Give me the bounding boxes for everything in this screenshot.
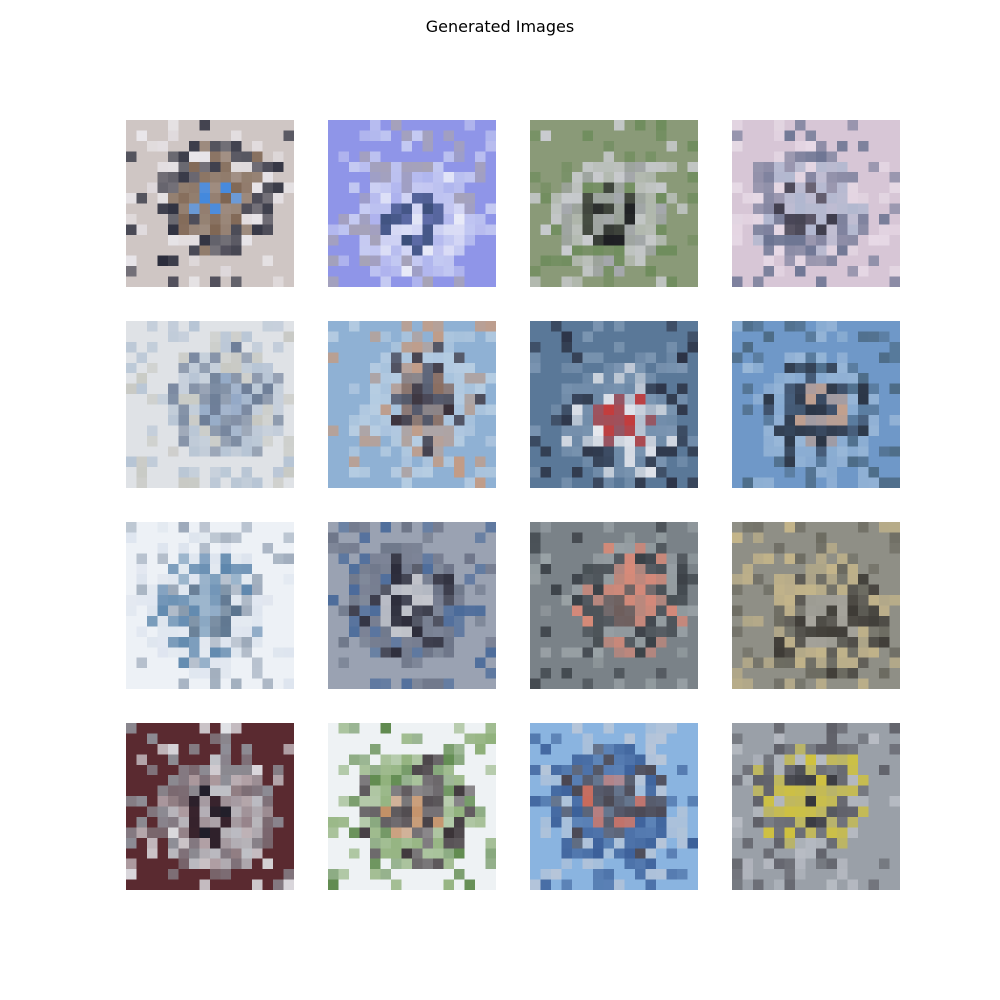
generated-image	[126, 723, 294, 890]
generated-image	[732, 321, 900, 488]
pixel-art	[530, 522, 698, 689]
generated-image	[530, 522, 698, 689]
generated-image	[732, 723, 900, 890]
pixel-art	[328, 321, 496, 488]
pixel-art	[732, 522, 900, 689]
pixel-art	[530, 723, 698, 890]
generated-image	[530, 723, 698, 890]
generated-image	[328, 120, 496, 287]
generated-image	[328, 723, 496, 890]
generated-image	[732, 522, 900, 689]
pixel-art	[328, 522, 496, 689]
pixel-art	[126, 522, 294, 689]
generated-image	[530, 120, 698, 287]
generated-image	[732, 120, 900, 287]
pixel-art	[732, 321, 900, 488]
generated-image	[126, 321, 294, 488]
pixel-art	[126, 321, 294, 488]
generated-image	[530, 321, 698, 488]
pixel-art	[732, 723, 900, 890]
pixel-art	[126, 120, 294, 287]
generated-image	[328, 522, 496, 689]
pixel-art	[328, 723, 496, 890]
pixel-art	[732, 120, 900, 287]
figure-title: Generated Images	[425, 17, 575, 36]
pixel-art	[126, 723, 294, 890]
generated-image	[126, 120, 294, 287]
generated-image	[328, 321, 496, 488]
pixel-art	[530, 120, 698, 287]
generated-image	[126, 522, 294, 689]
pixel-art	[530, 321, 698, 488]
pixel-art	[328, 120, 496, 287]
